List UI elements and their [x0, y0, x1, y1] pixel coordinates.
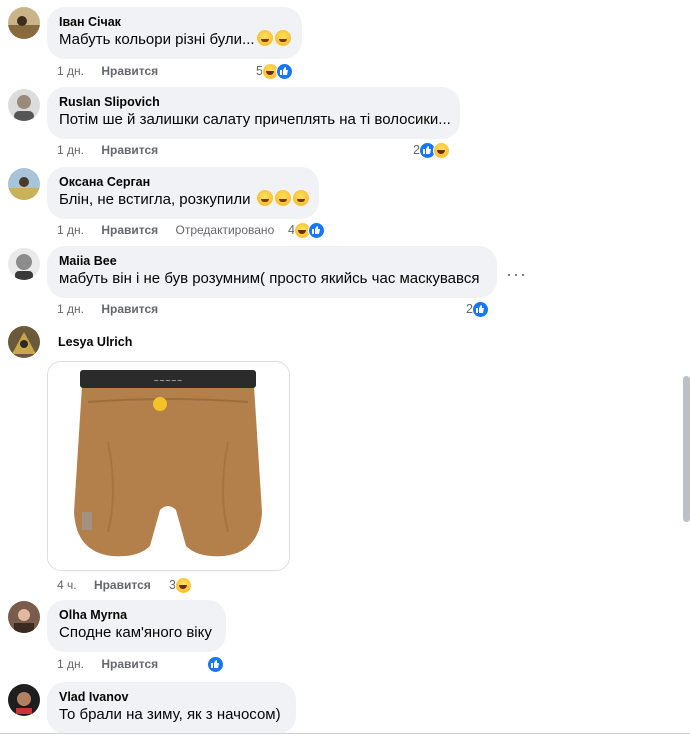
- comment-text: мабуть він і не був розумним( просто яки…: [59, 270, 480, 287]
- comment-text: Блін, не встигла, розкупили: [59, 190, 309, 210]
- comment-text: То брали на зиму, як з начосом): [59, 706, 281, 723]
- comment-meta: 1 дн. Нравится: [57, 62, 172, 80]
- more-options-icon[interactable]: ···: [506, 264, 527, 285]
- reaction-summary[interactable]: [207, 655, 224, 673]
- reaction-summary[interactable]: 2: [466, 300, 489, 318]
- reaction-summary[interactable]: 2: [413, 141, 450, 159]
- comment-bubble: Ruslan Slipovich Потім ше й залишки сала…: [47, 87, 460, 139]
- comment-text: Потім ше й залишки салату причеплять на …: [59, 111, 451, 128]
- like-button[interactable]: Нравится: [101, 62, 158, 80]
- avatar[interactable]: [8, 7, 40, 39]
- avatar[interactable]: [8, 248, 40, 280]
- rofl-emoji-icon: [292, 190, 309, 206]
- divider: [0, 733, 690, 734]
- haha-reaction-icon: [432, 141, 450, 159]
- like-button[interactable]: Нравится: [101, 300, 158, 318]
- comment-time[interactable]: 1 дн.: [57, 221, 84, 239]
- comment-author[interactable]: Ruslan Slipovich: [59, 94, 448, 110]
- like-reaction-icon: [307, 221, 325, 239]
- comment-time[interactable]: 4 ч.: [57, 576, 77, 594]
- haha-reaction-icon: [174, 576, 192, 594]
- comment-time[interactable]: 1 дн.: [57, 62, 84, 80]
- comment-bubble: Оксана Серган Блін, не встигла, розкупил…: [47, 167, 319, 219]
- photo-attachment[interactable]: ~~~~~: [47, 361, 290, 571]
- reaction-summary[interactable]: 4: [288, 221, 325, 239]
- like-button[interactable]: Нравится: [101, 221, 158, 239]
- avatar[interactable]: [8, 601, 40, 633]
- comment-meta: 1 дн. Нравится Отредактировано: [57, 221, 288, 239]
- rofl-emoji-icon: [256, 190, 273, 206]
- svg-text:~~~~~: ~~~~~: [153, 377, 182, 385]
- avatar[interactable]: [8, 89, 40, 121]
- laughing-emoji-icon: [274, 30, 291, 46]
- like-reaction-icon: [471, 300, 489, 318]
- like-reaction-icon: [275, 62, 293, 80]
- comment-text: Мабуть кольори різні були...: [59, 30, 291, 50]
- comment-time[interactable]: 1 дн.: [57, 141, 84, 159]
- comment-time[interactable]: 1 дн.: [57, 300, 84, 318]
- comment-meta: 1 дн. Нравится: [57, 655, 172, 673]
- comment-author[interactable]: Olha Myrna: [59, 607, 214, 623]
- comment-bubble: Іван Січак Мабуть кольори різні були...: [47, 7, 302, 59]
- like-button[interactable]: Нравится: [101, 141, 158, 159]
- reaction-summary[interactable]: 5: [256, 62, 293, 80]
- comment-author[interactable]: Іван Січак: [59, 14, 290, 30]
- comment-meta: 4 ч. Нравится: [57, 576, 165, 594]
- comment-bubble: Olha Myrna Сподне кам'яного віку: [47, 600, 226, 652]
- edited-label[interactable]: Отредактировано: [176, 221, 275, 239]
- comment-meta: 1 дн. Нравится: [57, 300, 172, 318]
- boxer-shorts-image: ~~~~~: [48, 362, 289, 570]
- comment-time[interactable]: 1 дн.: [57, 655, 84, 673]
- reaction-summary[interactable]: 3: [169, 576, 192, 594]
- avatar[interactable]: [8, 684, 40, 716]
- comment-text: Сподне кам'яного віку: [59, 624, 212, 641]
- like-button[interactable]: Нравится: [101, 655, 158, 673]
- comment-bubble: Vlad Ivanov То брали на зиму, як з начос…: [47, 682, 296, 734]
- scrollbar[interactable]: [683, 376, 690, 522]
- rofl-emoji-icon: [274, 190, 291, 206]
- comment-author[interactable]: Lesya Ulrich: [58, 334, 132, 350]
- like-button[interactable]: Нравится: [94, 576, 151, 594]
- comment-author[interactable]: Vlad Ivanov: [59, 689, 284, 705]
- comment-bubble: Maiia Bee мабуть він і не був розумним( …: [47, 246, 497, 298]
- comment-author[interactable]: Maiia Bee: [59, 253, 485, 269]
- like-reaction-icon: [207, 655, 224, 673]
- comment-meta: 1 дн. Нравится: [57, 141, 172, 159]
- avatar[interactable]: [8, 168, 40, 200]
- comment-author[interactable]: Оксана Серган: [59, 174, 307, 190]
- avatar[interactable]: [8, 326, 40, 358]
- thinking-emoji-icon: [256, 30, 273, 46]
